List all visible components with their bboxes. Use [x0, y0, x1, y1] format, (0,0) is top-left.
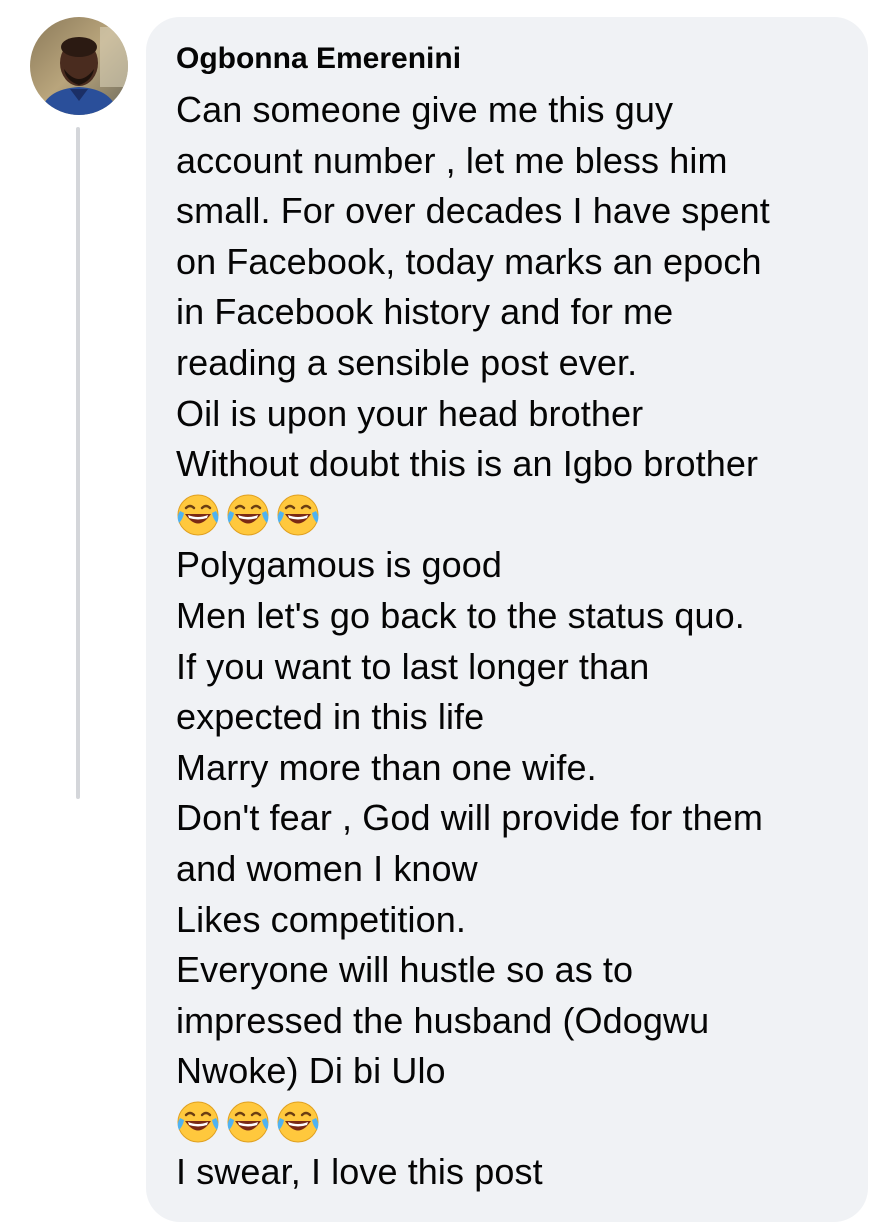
comment-text: Can someone give me this guy account numb…: [176, 85, 856, 1198]
laughing-tears-emoji-icon: [177, 494, 219, 536]
comment-line: Nwoke) Di bi Ulo: [176, 1050, 446, 1092]
avatar[interactable]: [30, 17, 128, 115]
emoji-laughing-row: [176, 1097, 856, 1148]
comment-line: I swear, I love this post: [176, 1151, 543, 1193]
laughing-tears-emoji-icon: [177, 1101, 219, 1143]
laughing-tears-emoji-icon: [227, 494, 269, 536]
comment-line: Can someone give me this guy: [176, 89, 674, 130]
laughing-tears-emoji-icon: [227, 1101, 269, 1143]
comment-line: Marry more than one wife.: [176, 746, 597, 788]
comment-line: Without doubt this is an Igbo brother: [176, 443, 759, 485]
comment-line: on Facebook, today marks an epoch: [176, 240, 762, 282]
comment-line: impressed the husband (Odogwu: [176, 999, 710, 1041]
reply-thread-line: [76, 127, 80, 799]
laughing-tears-emoji-icon: [277, 1101, 319, 1143]
emoji-laughing-row: [176, 490, 856, 541]
comment-bubble: Ogbonna Emerenini Can someone give me th…: [146, 17, 868, 1222]
comment-line: reading a sensible post ever.: [176, 341, 638, 383]
comment-line: Oil is upon your head brother: [176, 392, 644, 434]
comment-line: Polygamous is good: [176, 544, 502, 586]
comment-line: Everyone will hustle so as to: [176, 949, 634, 991]
comment-line: Don't fear , God will provide for them: [176, 797, 763, 839]
author-name[interactable]: Ogbonna Emerenini: [176, 41, 461, 77]
laughing-tears-emoji-icon: [277, 494, 319, 536]
comment-line: small. For over decades I have spent: [176, 190, 770, 232]
comment-line: Likes competition.: [176, 898, 466, 940]
comment-line: in Facebook history and for me: [176, 291, 674, 333]
comment-line: expected in this life: [176, 696, 485, 738]
comment-line: Men let's go back to the status quo.: [176, 594, 745, 636]
comment-line: account number , let me bless him: [176, 139, 728, 181]
comment-line: and women I know: [176, 847, 478, 889]
comment-line: If you want to last longer than: [176, 645, 650, 687]
